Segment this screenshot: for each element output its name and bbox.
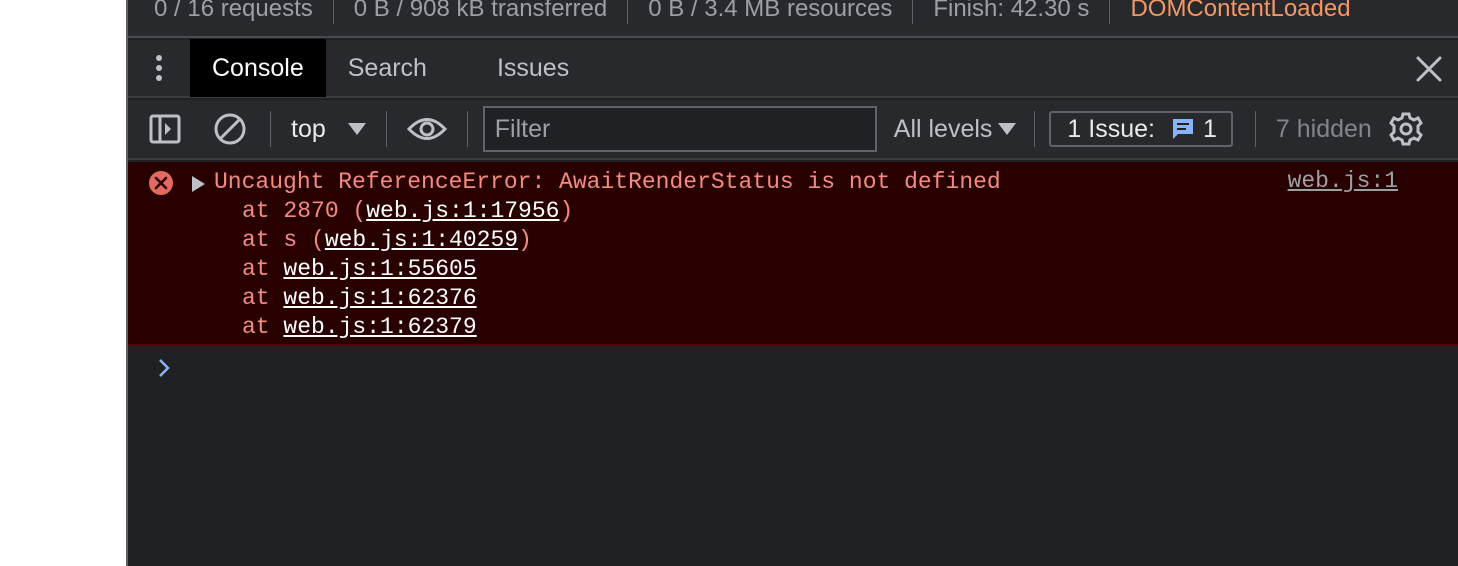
sidebar-toggle-icon[interactable] xyxy=(128,114,202,144)
divider xyxy=(1254,111,1256,147)
context-label: top xyxy=(291,114,326,143)
divider xyxy=(627,0,629,24)
log-levels-dropdown[interactable]: All levels xyxy=(894,115,1017,144)
divider xyxy=(912,0,914,24)
divider xyxy=(466,111,468,147)
gear-icon[interactable] xyxy=(1388,112,1424,146)
stack-frame-link[interactable]: web.js:1:40259 xyxy=(325,227,518,253)
tab-issues[interactable]: Issues xyxy=(475,39,591,97)
console-toolbar: top All levels 1 Issue: 1 7 hidden xyxy=(128,100,1458,160)
requests-count: 0 / 16 requests xyxy=(154,0,313,22)
hidden-count: 7 hidden xyxy=(1275,114,1372,143)
close-icon[interactable] xyxy=(1414,54,1444,84)
levels-label: All levels xyxy=(893,114,993,143)
stack-frame: at web.js:1:55605 xyxy=(242,256,477,282)
issues-count: 1 xyxy=(1202,114,1217,143)
tab-search[interactable]: Search xyxy=(326,39,449,97)
devtools-panel: 0 / 16 requests 0 B / 908 kB transferred… xyxy=(126,0,1458,566)
live-expression-icon[interactable] xyxy=(387,116,467,142)
error-icon xyxy=(148,170,174,203)
stack-frame: at web.js:1:62379 xyxy=(242,314,477,340)
finish-time: Finish: 42.30 s xyxy=(933,0,1090,22)
error-source-link[interactable]: web.js:1 xyxy=(1288,168,1398,194)
message-icon xyxy=(1171,117,1195,141)
chevron-right-icon xyxy=(156,359,172,384)
issues-label: 1 Issue: xyxy=(1067,114,1155,143)
dom-content-loaded: DOMContentLoaded xyxy=(1130,0,1351,22)
caret-down-icon xyxy=(998,123,1017,135)
transferred-size: 0 B / 908 kB transferred xyxy=(353,0,608,22)
drawer-tab-strip: Console Search Issues xyxy=(128,39,1458,98)
stack-frame-link[interactable]: web.js:1:55605 xyxy=(283,256,476,282)
more-vert-icon[interactable] xyxy=(128,39,190,97)
console-error-message: Uncaught ReferenceError: AwaitRenderStat… xyxy=(128,162,1458,346)
stack-frame-link[interactable]: web.js:1:62376 xyxy=(283,285,476,311)
divider xyxy=(332,0,334,24)
divider xyxy=(1109,0,1111,24)
filter-input[interactable] xyxy=(482,106,877,152)
stack-frame: at 2870 (web.js:1:17956) xyxy=(242,198,574,224)
stack-frame-link[interactable]: web.js:1:17956 xyxy=(366,198,559,224)
stack-frame: at s (web.js:1:40259) xyxy=(242,227,532,253)
stack-frame-link[interactable]: web.js:1:62379 xyxy=(283,314,476,340)
clear-console-icon[interactable] xyxy=(202,112,258,146)
stack-frame: at web.js:1:62376 xyxy=(242,285,477,311)
network-summary-bar: 0 / 16 requests 0 B / 908 kB transferred… xyxy=(128,0,1458,38)
context-selector[interactable]: top xyxy=(271,115,386,144)
divider xyxy=(1034,111,1036,147)
tab-console[interactable]: Console xyxy=(190,39,326,97)
resources-size: 0 B / 3.4 MB resources xyxy=(648,0,893,22)
expand-triangle-icon[interactable] xyxy=(192,176,205,192)
console-prompt[interactable] xyxy=(156,356,172,385)
caret-down-icon xyxy=(347,123,366,135)
error-text: Uncaught ReferenceError: AwaitRenderStat… xyxy=(214,169,1001,195)
issues-counter-button[interactable]: 1 Issue: 1 xyxy=(1049,111,1233,147)
